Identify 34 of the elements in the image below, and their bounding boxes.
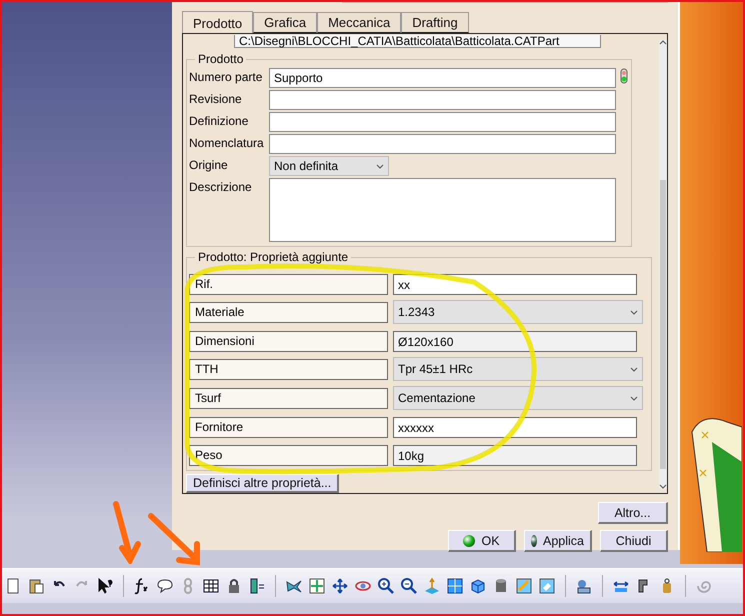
field-label: Definizione <box>189 113 250 130</box>
dropdown[interactable]: 1.2343 <box>393 300 643 324</box>
input-field[interactable]: Ø120x160 <box>393 331 637 352</box>
input-field[interactable]: Supporto <box>269 68 616 88</box>
dialog-button[interactable]: Applica <box>524 530 592 552</box>
define-properties-button[interactable]: Definisci altre proprietà... <box>186 474 340 493</box>
dialog-button[interactable]: OK <box>448 530 516 552</box>
property-name: Dimensioni <box>189 331 388 352</box>
more-button[interactable]: Altro... <box>598 502 668 524</box>
property-name: Rif. <box>189 274 388 295</box>
field-label: Origine <box>189 157 229 174</box>
dropdown[interactable]: Tpr 45±1 HRc <box>393 357 643 381</box>
tab[interactable]: Prodotto <box>182 11 254 34</box>
dialog-button[interactable]: Chiudi <box>600 530 668 552</box>
input-field[interactable]: 10kg <box>393 445 637 466</box>
property-name: Tsurf <box>189 388 388 409</box>
property-name: TTH <box>189 359 388 380</box>
tab[interactable]: Drafting <box>401 12 469 33</box>
property-name: Peso <box>189 445 388 466</box>
input-field[interactable]: xx <box>393 274 637 295</box>
dropdown[interactable]: Cementazione <box>393 386 643 410</box>
dropdown[interactable]: Non definita <box>269 156 389 176</box>
input-field[interactable]: xxxxxx <box>393 417 637 438</box>
tab[interactable]: Grafica <box>253 12 318 33</box>
tab[interactable]: Meccanica <box>317 12 402 33</box>
property-name: Materiale <box>189 302 388 323</box>
field-label: Descrizione <box>189 179 253 196</box>
field-label: Revisione <box>189 91 243 108</box>
field-label: Numero parte <box>189 69 264 86</box>
group-title: Prodotto <box>197 52 244 66</box>
property-name: Fornitore <box>189 417 388 438</box>
field-label: Nomenclatura <box>189 135 265 152</box>
file-path-field[interactable]: C:\Disegni\BLOCCHI_CATIA\Batticolata\Batticolata.CATPart <box>234 35 601 48</box>
group-title: Prodotto: Proprietà aggiunte <box>197 250 350 264</box>
